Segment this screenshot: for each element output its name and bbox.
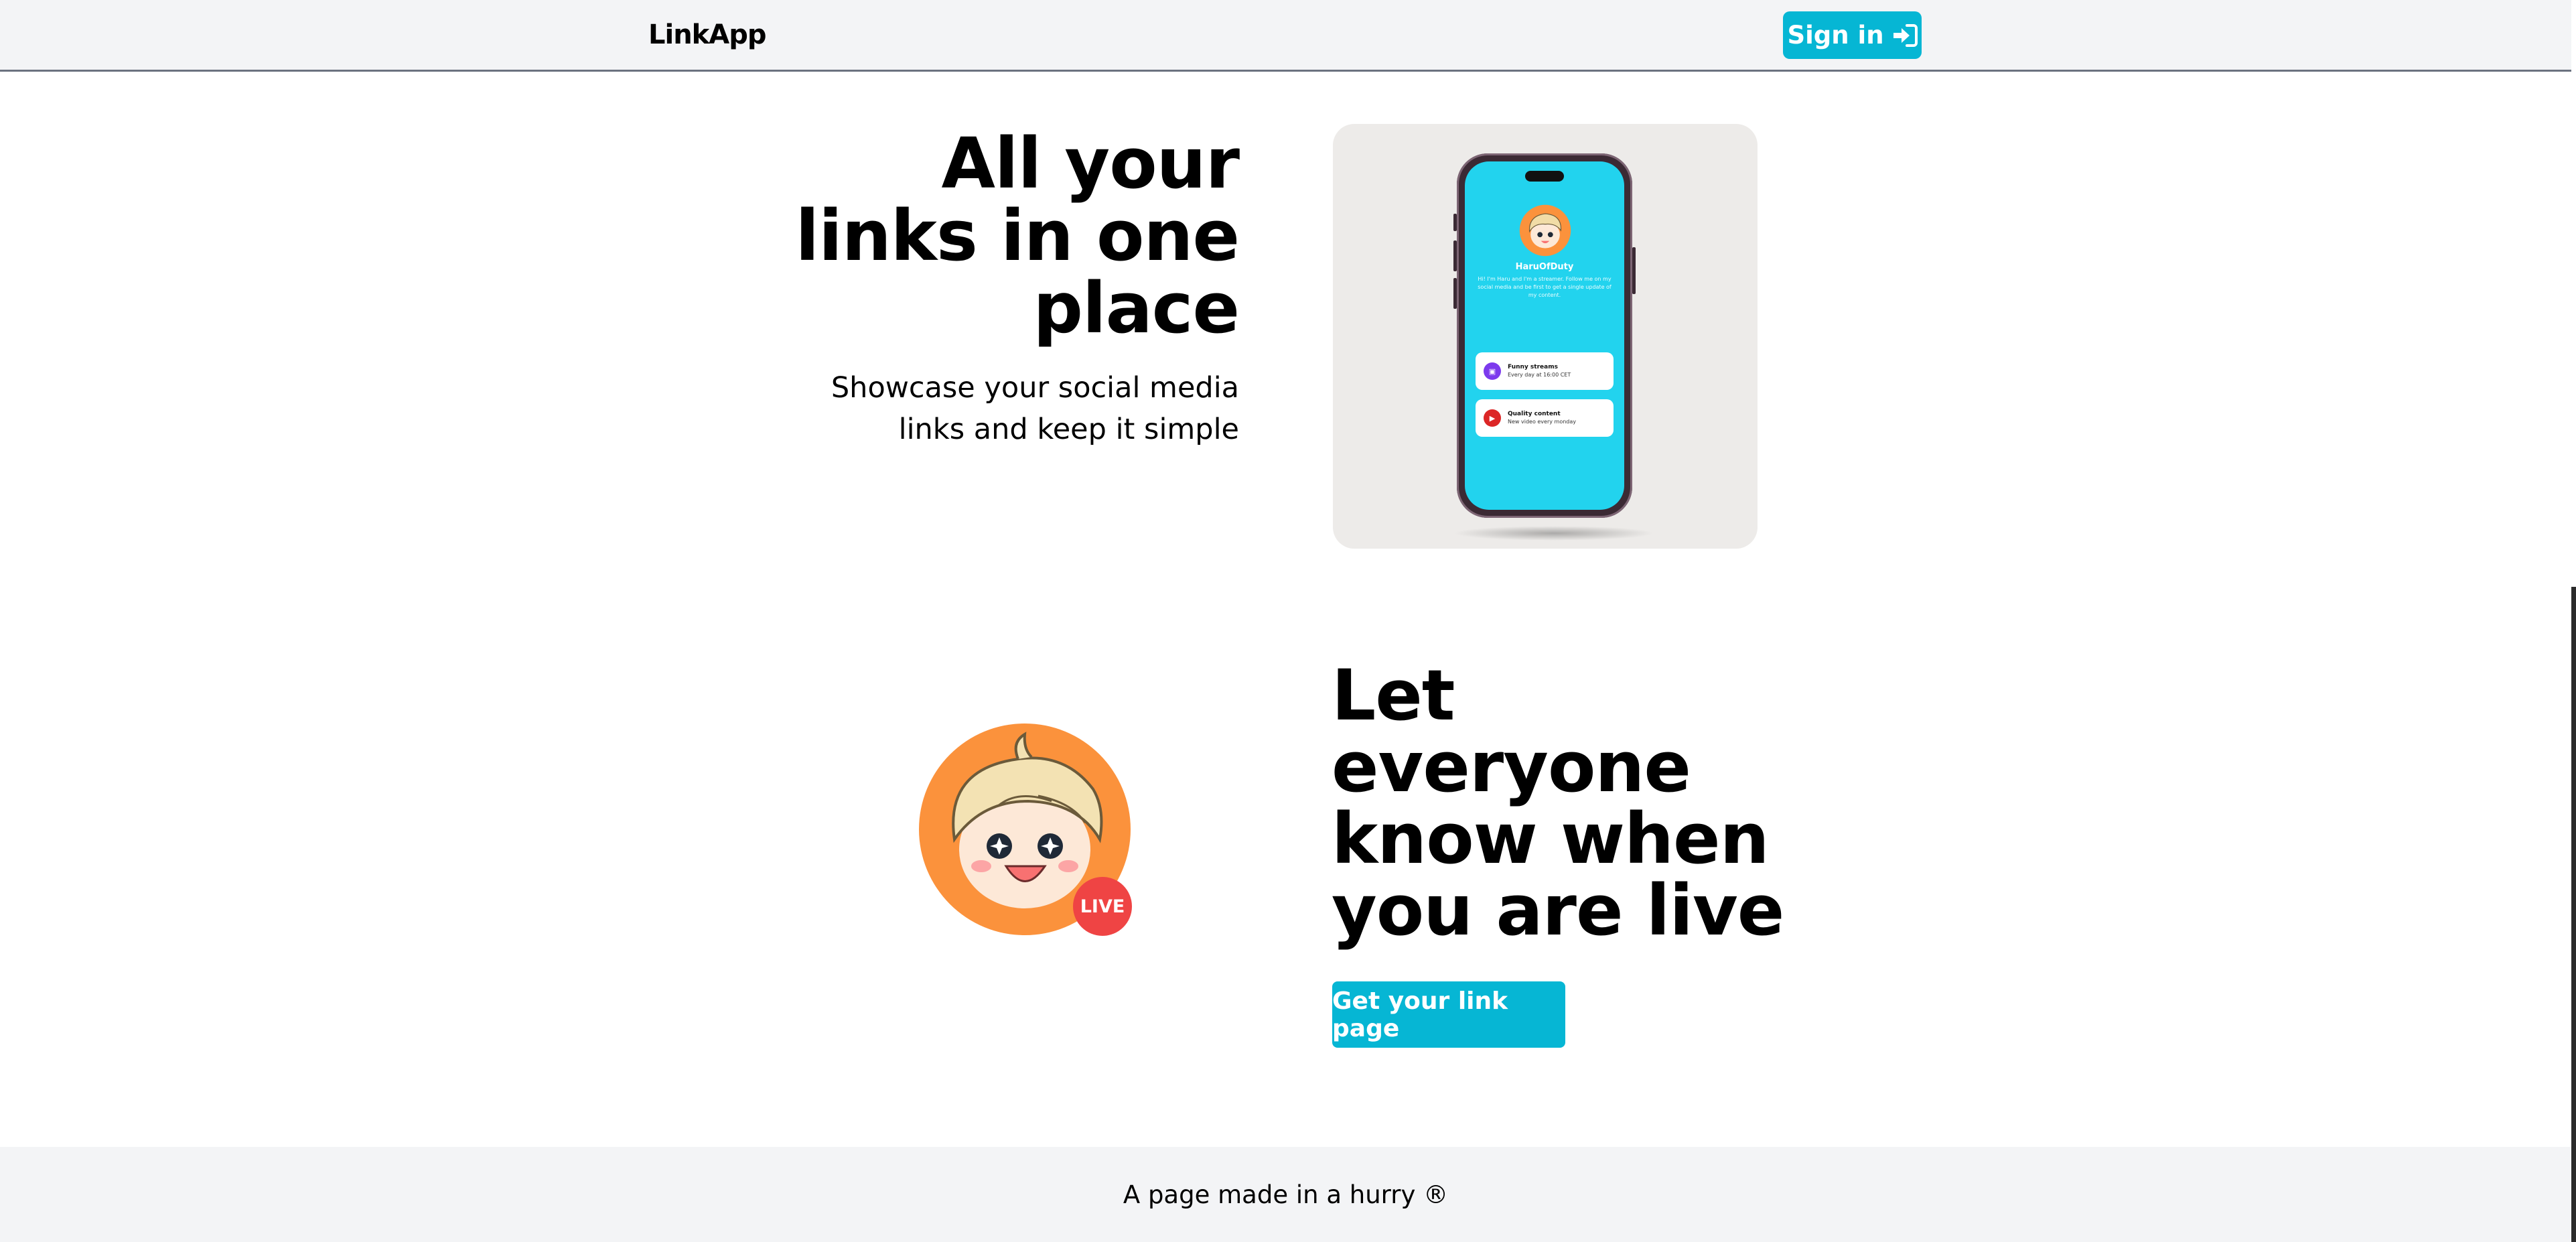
top-navbar: LinkApp Sign in xyxy=(0,0,2571,72)
hero-subtitle-line: Showcase your social media xyxy=(831,371,1239,405)
profile-name: HaruOfDuty xyxy=(1515,262,1574,272)
phone-side-button xyxy=(1453,278,1457,309)
live-title-line: everyone xyxy=(1332,726,1691,808)
phone-shadow xyxy=(1453,526,1654,541)
phone-side-button xyxy=(1453,214,1457,231)
hero-title-line: All your xyxy=(941,123,1240,204)
profile-link-item: ▶ Quality content New video every monday xyxy=(1476,399,1614,437)
profile-link-title: Funny streams xyxy=(1508,364,1558,370)
profile-link-desc: Every day at 16:00 CET xyxy=(1508,372,1571,378)
hero-title: All your links in one place xyxy=(790,123,1240,349)
hero-subtitle-line: links and keep it simple xyxy=(898,413,1239,446)
profile-link-title: Quality content xyxy=(1508,411,1561,417)
sign-in-button[interactable]: Sign in xyxy=(1783,11,1922,59)
live-title-line: know when xyxy=(1332,798,1770,880)
profile-bio: Hi! I'm Haru and I'm a streamer. Follow … xyxy=(1478,276,1612,298)
get-link-page-button[interactable]: Get your link page xyxy=(1332,981,1565,1048)
phone-preview-card: HaruOfDuty Hi! I'm Haru and I'm a stream… xyxy=(1333,124,1758,549)
sign-in-icon xyxy=(1893,23,1918,47)
live-section-title: Let everyone know when you are live xyxy=(1332,660,1787,947)
profile-link-item: ▣ Funny streams Every day at 16:00 CET xyxy=(1476,352,1614,390)
brand-logo-text[interactable]: LinkApp xyxy=(648,17,766,52)
hero-title-line: place xyxy=(1033,267,1240,349)
phone-power-button xyxy=(1632,247,1636,294)
twitch-icon: ▣ xyxy=(1484,362,1501,380)
phone-mockup: HaruOfDuty Hi! I'm Haru and I'm a stream… xyxy=(1453,153,1636,518)
phone-screen: HaruOfDuty Hi! I'm Haru and I'm a stream… xyxy=(1465,161,1624,510)
sign-in-label: Sign in xyxy=(1787,21,1884,50)
footer-text: A page made in a hurry ® xyxy=(1123,1180,1449,1209)
live-title-line: you are live xyxy=(1332,870,1784,951)
hero-title-line: links in one xyxy=(795,195,1240,277)
hero-subtitle: Showcase your social media links and kee… xyxy=(831,367,1239,450)
youtube-icon: ▶ xyxy=(1484,409,1501,427)
page-footer: A page made in a hurry ® xyxy=(0,1147,2571,1242)
scrollbar-thumb[interactable] xyxy=(2571,587,2576,1242)
live-title-line: Let xyxy=(1332,654,1455,736)
phone-side-button xyxy=(1453,240,1457,271)
profile-link-desc: New video every monday xyxy=(1508,419,1577,425)
live-badge: LIVE xyxy=(1073,877,1132,936)
phone-notch xyxy=(1525,171,1564,182)
profile-avatar-icon xyxy=(1519,204,1571,257)
